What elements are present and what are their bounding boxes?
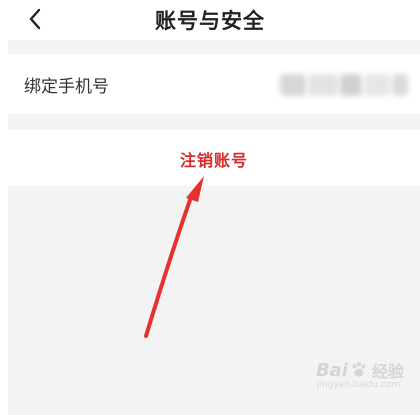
top-bar: 账号与安全 — [0, 0, 420, 40]
baidu-watermark: Bai 经验 — [315, 359, 404, 382]
bind-phone-row[interactable]: 绑定手机号 — [8, 54, 420, 114]
paw-icon — [352, 362, 366, 377]
bind-phone-value-blurred — [280, 74, 408, 96]
section-divider — [8, 40, 420, 54]
bind-phone-label: 绑定手机号 — [24, 77, 109, 97]
page-title: 账号与安全 — [155, 9, 265, 33]
cancel-account-label: 注销账号 — [179, 151, 248, 170]
cancel-account-row[interactable]: 注销账号 — [8, 130, 420, 186]
section-divider — [8, 114, 420, 130]
watermark-url: jingyan.baidu.com — [316, 380, 400, 390]
